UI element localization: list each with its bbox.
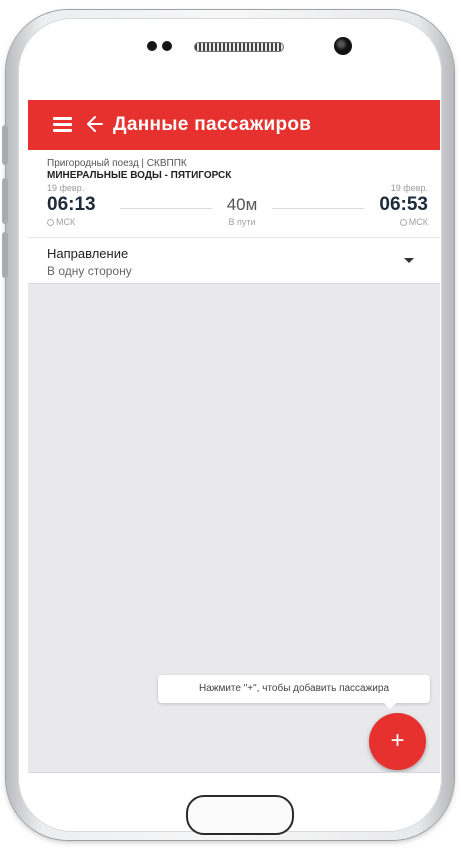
app-bar: Данные пассажиров: [28, 100, 440, 150]
timeline-divider: [120, 208, 212, 209]
sensor-dot: [162, 41, 172, 51]
sensor-dot: [147, 41, 157, 51]
phone-volume-up-button: [2, 178, 8, 224]
departure-date: 19 февр.: [47, 183, 85, 193]
direction-label: Направление: [47, 246, 129, 261]
arrow-left-icon[interactable]: [85, 112, 105, 136]
arrival-time: 06:53: [379, 194, 428, 215]
phone-volume-down-button: [2, 232, 8, 278]
page-title: Данные пассажиров: [113, 114, 312, 135]
front-camera: [334, 37, 352, 55]
route-name: МИНЕРАЛЬНЫЕ ВОДЫ - ПЯТИГОРСК: [47, 170, 232, 181]
departure-timezone: МСК: [47, 217, 75, 227]
add-passenger-hint: Нажмите "+", чтобы добавить пассажира: [158, 675, 430, 709]
home-button[interactable]: [186, 795, 294, 835]
caret-down-icon[interactable]: [404, 258, 414, 263]
clock-icon: [399, 219, 407, 226]
train-type: Пригородный поезд | СКВППК: [47, 158, 187, 169]
duration-label: В пути: [228, 217, 256, 227]
arrival-timezone: МСК: [399, 217, 428, 227]
menu-icon[interactable]: [53, 117, 72, 133]
app-screen: Данные пассажиров Пригородный поезд | СК…: [28, 100, 440, 772]
earpiece-speaker: [194, 42, 284, 52]
clock-icon: [47, 219, 54, 226]
trip-duration: 40м: [226, 195, 258, 214]
phone-side-button: [2, 125, 8, 165]
direction-value: В одну сторону: [47, 264, 132, 278]
departure-time: 06:13: [47, 194, 96, 215]
screen-bottom-edge: [28, 772, 440, 773]
timeline-divider: [272, 208, 364, 209]
add-passenger-button[interactable]: +: [369, 713, 426, 770]
direction-select[interactable]: Направление В одну сторону: [28, 238, 440, 283]
trip-card: Пригородный поезд | СКВППК МИНЕРАЛЬНЫЕ В…: [28, 150, 440, 284]
arrival-date: 19 февр.: [390, 183, 428, 193]
